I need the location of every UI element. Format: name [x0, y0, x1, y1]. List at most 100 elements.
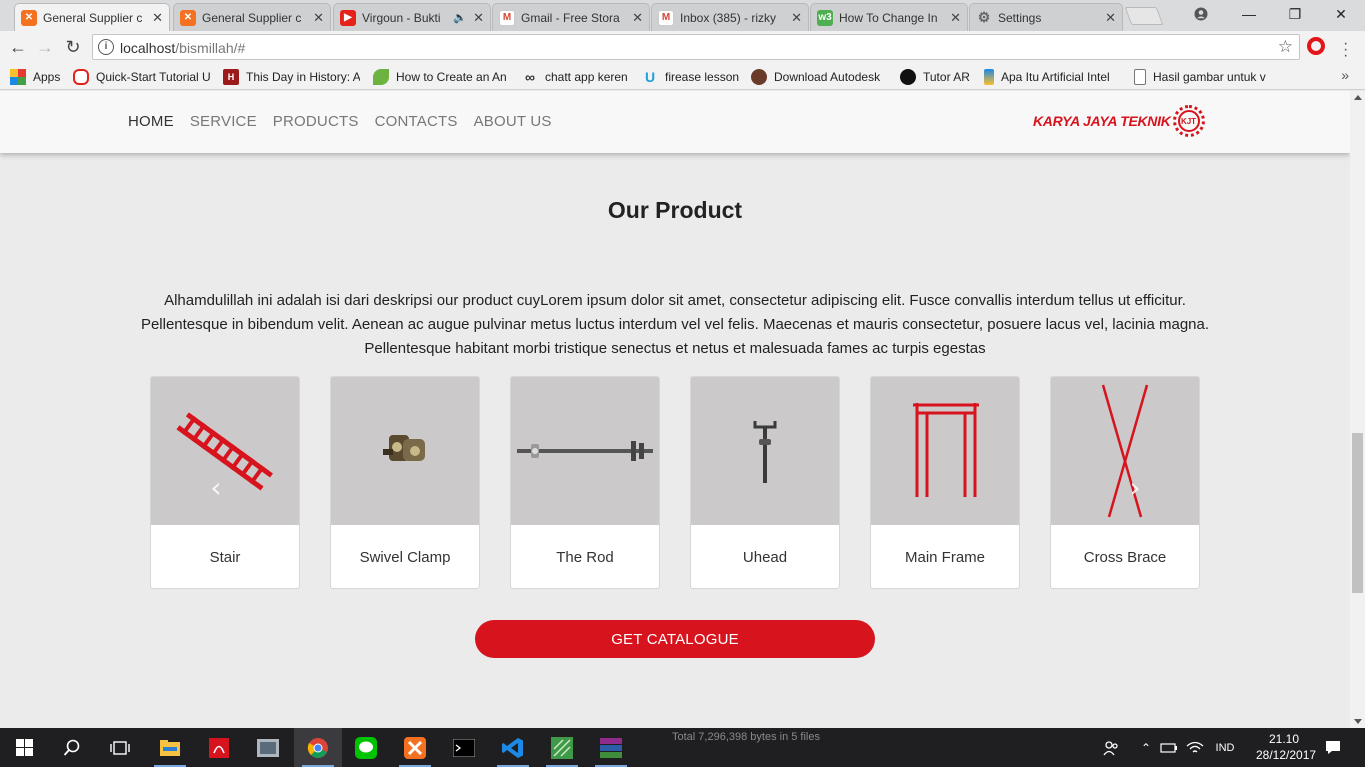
scrollbar-thumb[interactable]: [1352, 433, 1363, 593]
tab-close-icon[interactable]: ✕: [473, 10, 484, 26]
photos-app-icon[interactable]: [244, 728, 292, 767]
rod-image: [511, 377, 659, 525]
new-tab-button[interactable]: [1124, 7, 1164, 25]
audio-playing-icon[interactable]: 🔈: [453, 11, 467, 24]
visual-studio-code-icon[interactable]: [489, 728, 537, 767]
action-center-icon[interactable]: [1320, 728, 1346, 767]
bookmark-item[interactable]: Quick-Start Tutorial U: [73, 68, 212, 86]
bookmark-item[interactable]: U firease lesson: [642, 68, 740, 86]
browser-tab-7[interactable]: ⚙ Settings ✕: [969, 3, 1123, 31]
uhead-image: [691, 377, 839, 525]
product-card-main-frame[interactable]: Main Frame: [870, 376, 1020, 589]
bookmark-icon: [984, 69, 994, 85]
xampp-icon[interactable]: [391, 728, 439, 767]
clock-date: 28/12/2017: [1256, 748, 1317, 762]
scroll-down-icon[interactable]: [1354, 719, 1362, 724]
browser-tab-2[interactable]: ✕ General Supplier c ✕: [173, 3, 331, 31]
w3schools-icon: w3: [817, 9, 833, 26]
apps-grid-icon: [10, 69, 26, 85]
acrobat-icon[interactable]: [195, 728, 243, 767]
back-arrow-icon[interactable]: ←: [6, 35, 30, 59]
nav-about-us[interactable]: ABOUT US: [474, 113, 552, 130]
history-icon: H: [223, 69, 239, 85]
udemy-icon: U: [644, 69, 656, 85]
browser-tab-4[interactable]: M Gmail - Free Stora ✕: [492, 3, 650, 31]
nav-home[interactable]: HOME: [128, 113, 174, 130]
address-bar[interactable]: i localhost/bismillah/# ☆: [92, 34, 1300, 60]
product-name: Main Frame: [904, 548, 986, 566]
product-name: Uhead: [742, 548, 788, 566]
section-title: Our Product: [607, 197, 743, 223]
bookmark-apps[interactable]: Apps: [10, 68, 70, 86]
nav-products[interactable]: PRODUCTS: [273, 113, 359, 130]
bookmark-item[interactable]: ∞ chatt app keren: [522, 68, 634, 86]
forward-arrow-icon[interactable]: →: [33, 35, 57, 59]
bookmarks-overflow-icon[interactable]: »: [1341, 67, 1349, 83]
scroll-up-icon[interactable]: [1354, 95, 1362, 100]
info-icon[interactable]: i: [98, 39, 114, 55]
carousel-prev-icon[interactable]: ‹: [201, 471, 231, 504]
product-card-uhead[interactable]: Uhead: [690, 376, 840, 589]
bookmark-item[interactable]: How to Create an An: [373, 68, 511, 86]
opera-extension-icon[interactable]: [1307, 37, 1325, 55]
tab-title: General Supplier c: [202, 10, 302, 25]
tab-close-icon[interactable]: ✕: [1105, 10, 1116, 26]
bookmark-star-icon[interactable]: ☆: [1278, 37, 1293, 57]
product-card-swivel-clamp[interactable]: Swivel Clamp: [330, 376, 480, 589]
tab-close-icon[interactable]: ✕: [313, 10, 324, 26]
page-scrollbar[interactable]: [1350, 91, 1365, 728]
bookmark-label: Tutor AR: [923, 70, 970, 84]
file-explorer-icon[interactable]: [146, 728, 194, 767]
close-window-icon[interactable]: ✕: [1318, 0, 1364, 28]
bookmark-item[interactable]: Apa Itu Artificial Intel: [984, 68, 1123, 86]
tab-close-icon[interactable]: ✕: [152, 10, 163, 26]
chevron-up-icon[interactable]: ⌃: [1136, 728, 1156, 767]
browser-tab-5[interactable]: M Inbox (385) - rizky ✕: [651, 3, 809, 31]
people-icon[interactable]: [1098, 728, 1124, 767]
reload-icon[interactable]: ↻: [61, 35, 85, 59]
restore-icon[interactable]: ❐: [1272, 0, 1318, 28]
product-name: Cross Brace: [1083, 548, 1167, 566]
minimize-icon[interactable]: —: [1226, 0, 1272, 28]
url-text[interactable]: localhost/bismillah/#: [120, 40, 245, 56]
wifi-icon[interactable]: [1184, 728, 1206, 767]
get-catalogue-button[interactable]: GET CATALOGUE: [475, 620, 875, 658]
winrar-icon[interactable]: [587, 728, 635, 767]
bookmark-item[interactable]: Download Autodesk: [751, 68, 888, 86]
task-view-icon[interactable]: [96, 728, 144, 767]
brand-logo[interactable]: KARYA JAYA TEKNIK KJT: [1033, 105, 1205, 137]
menu-kebab-icon[interactable]: · · ·: [1343, 36, 1348, 64]
brand-mark: KJT: [1177, 110, 1200, 132]
browser-tab-3[interactable]: ▶ Virgoun - Bukti 🔈 ✕: [333, 3, 491, 31]
unity-icon: [900, 69, 916, 85]
bookmarks-bar: Apps Quick-Start Tutorial U H This Day i…: [0, 63, 1365, 90]
nav-contacts[interactable]: CONTACTS: [375, 113, 458, 130]
tab-close-icon[interactable]: ✕: [632, 10, 643, 26]
oracle-icon: [73, 69, 89, 85]
product-card-the-rod[interactable]: The Rod: [510, 376, 660, 589]
input-language[interactable]: IND: [1210, 728, 1240, 767]
tab-close-icon[interactable]: ✕: [950, 10, 961, 26]
system-clock[interactable]: 21.10 28/12/2017: [1256, 731, 1317, 763]
bookmark-item[interactable]: H This Day in History: A: [223, 68, 360, 86]
bookmark-item[interactable]: Tutor AR: [900, 68, 975, 86]
chrome-icon[interactable]: [294, 728, 342, 767]
autodesk-icon: [751, 69, 767, 85]
search-icon[interactable]: [48, 728, 96, 767]
bookmark-label: How to Create an An: [396, 70, 507, 84]
product-name: The Rod: [556, 548, 614, 566]
windows-start-icon[interactable]: [0, 728, 48, 767]
tab-close-icon[interactable]: ✕: [791, 10, 802, 26]
carousel-next-icon[interactable]: ›: [1120, 471, 1150, 504]
browser-tab-1[interactable]: ✕ General Supplier c ✕: [14, 3, 170, 31]
command-prompt-icon[interactable]: [440, 728, 488, 767]
bookmark-item[interactable]: Hasil gambar untuk v: [1134, 68, 1272, 86]
cross-brace-image: [1051, 377, 1199, 525]
profile-icon[interactable]: [1178, 0, 1224, 28]
nav-service[interactable]: SERVICE: [190, 113, 257, 130]
bookmark-label: Hasil gambar untuk v: [1153, 70, 1266, 84]
sketchup-icon[interactable]: [538, 728, 586, 767]
power-icon[interactable]: [1158, 728, 1180, 767]
line-app-icon[interactable]: [342, 728, 390, 767]
browser-tab-6[interactable]: w3 How To Change In ✕: [810, 3, 968, 31]
